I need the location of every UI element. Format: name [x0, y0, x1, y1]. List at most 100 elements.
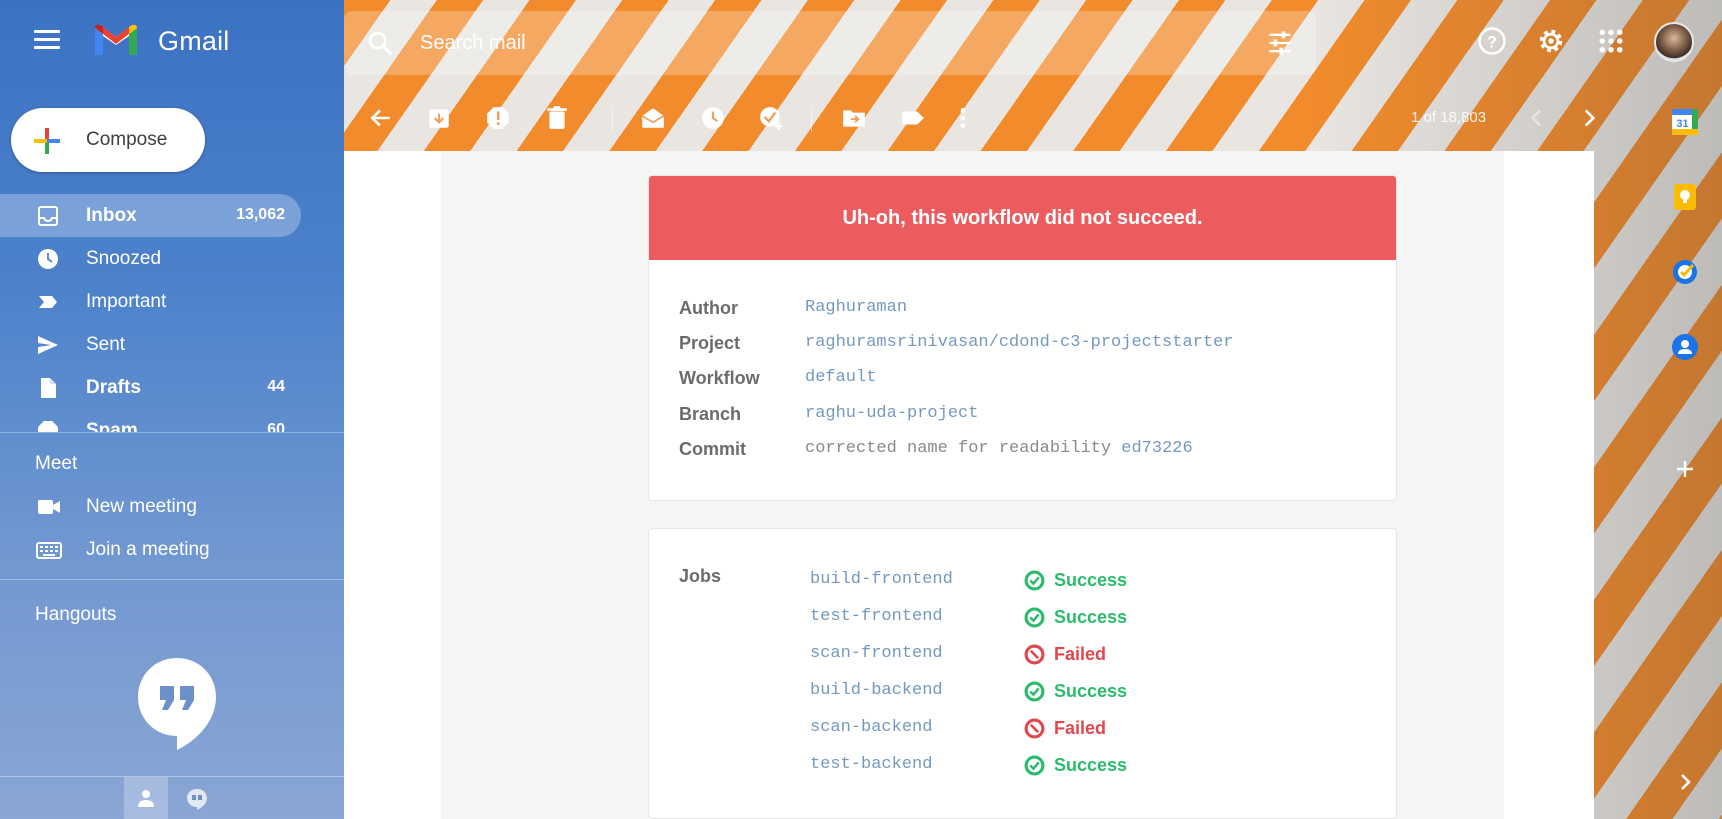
job-name[interactable]: build-backend	[810, 681, 943, 700]
keep-bulb-icon[interactable]	[1670, 182, 1700, 212]
person-icon	[138, 790, 154, 807]
join-meeting-label: Join a meeting	[86, 539, 210, 560]
sidebar-item-snoozed[interactable]: Snoozed	[0, 237, 301, 280]
email-pane: Uh-oh, this workflow did not succeed. Au…	[344, 151, 1594, 819]
more-options-icon[interactable]	[950, 105, 976, 131]
job-name[interactable]: scan-backend	[810, 718, 932, 737]
detail-label: Branch	[679, 404, 742, 424]
spam-icon	[38, 421, 58, 432]
back-arrow-icon[interactable]	[368, 105, 394, 131]
draft-file-icon	[41, 378, 56, 398]
label-tag-icon[interactable]	[900, 105, 926, 131]
sidebar-item-inbox[interactable]: Inbox 13,062	[0, 194, 301, 237]
report-spam-icon[interactable]	[485, 105, 511, 131]
email-body: Uh-oh, this workflow did not succeed. Au…	[441, 151, 1504, 819]
job-name[interactable]: build-frontend	[810, 570, 953, 589]
snooze-clock-icon[interactable]	[700, 105, 726, 131]
add-addon-plus-icon[interactable]	[1670, 454, 1700, 484]
delete-trash-icon[interactable]	[544, 105, 570, 131]
job-status-success: Success	[1024, 607, 1127, 628]
sidebar-item-important[interactable]: Important	[0, 280, 301, 323]
search-input[interactable]	[420, 25, 1180, 61]
gmail-logo-icon[interactable]	[92, 22, 140, 58]
settings-gear-icon[interactable]	[1536, 26, 1566, 56]
compose-plus-icon	[34, 128, 60, 154]
job-name[interactable]: test-backend	[810, 755, 932, 774]
detail-value-commit: corrected name for readability ed73226	[805, 439, 1193, 458]
job-name[interactable]: test-frontend	[810, 607, 943, 626]
jobs-label: Jobs	[679, 566, 722, 586]
job-status-failed: Failed	[1024, 644, 1106, 665]
chevron-right-icon[interactable]	[1576, 105, 1602, 131]
expand-panel-chevron-icon[interactable]	[1670, 767, 1700, 797]
detail-value-workflow[interactable]: default	[805, 368, 876, 387]
job-status-success: Success	[1024, 755, 1127, 776]
move-to-folder-icon[interactable]	[841, 105, 867, 131]
compose-button[interactable]: Compose	[11, 108, 205, 172]
success-status-icon	[1024, 681, 1045, 702]
join-meeting-item[interactable]: Join a meeting	[0, 530, 344, 570]
video-camera-icon	[38, 500, 60, 514]
sidebar-item-label: Important	[86, 291, 167, 312]
detail-value-author[interactable]: Raghuraman	[805, 298, 907, 317]
sidebar-item-drafts[interactable]: Drafts 44	[0, 366, 301, 409]
new-meeting-label: New meeting	[86, 496, 197, 517]
app-title: Gmail	[158, 26, 230, 56]
detail-label: Author	[679, 298, 738, 318]
hangouts-section-title: Hangouts	[35, 604, 117, 625]
inbox-icon	[38, 206, 58, 226]
sidebar-divider	[0, 579, 344, 580]
important-marker-icon	[39, 296, 57, 308]
job-status-failed: Failed	[1024, 718, 1106, 739]
search-icon[interactable]	[366, 29, 394, 57]
unread-count: 13,062	[236, 206, 285, 223]
account-avatar[interactable]	[1654, 22, 1694, 62]
pagination-count: 1 of 18,803	[1411, 109, 1487, 126]
help-icon[interactable]: ?	[1477, 26, 1507, 56]
draft-count: 44	[267, 378, 285, 395]
sidebar-item-label: Sent	[86, 334, 126, 355]
jobs-card: Jobs build-frontend Success test-fronten…	[648, 528, 1397, 819]
sidebar-divider	[0, 432, 344, 433]
sidebar-item-sent[interactable]: Sent	[0, 323, 301, 366]
sidebar-item-spam[interactable]: Spam 60	[0, 409, 301, 432]
svg-text:31: 31	[1676, 118, 1688, 130]
chevron-left-icon[interactable]	[1524, 105, 1550, 131]
detail-value-project[interactable]: raghuramsrinivasan/cdond-c3-projectstart…	[805, 333, 1233, 352]
archive-icon[interactable]	[426, 105, 452, 131]
commit-sha-link[interactable]: ed73226	[1121, 439, 1192, 458]
hangouts-tab-icon[interactable]	[186, 788, 208, 810]
failed-status-icon	[1024, 644, 1045, 665]
sidebar-item-label: Spam	[86, 420, 138, 432]
success-status-icon	[1024, 755, 1045, 776]
success-status-icon	[1024, 607, 1045, 628]
detail-label: Project	[679, 333, 741, 353]
contacts-tab[interactable]	[124, 777, 168, 819]
add-to-tasks-icon[interactable]	[758, 105, 784, 131]
search-bar[interactable]	[344, 11, 1316, 75]
compose-label: Compose	[86, 129, 168, 150]
search-options-icon[interactable]	[1266, 29, 1294, 57]
toolbar-separator	[811, 106, 812, 132]
svg-text:?: ?	[1487, 33, 1497, 51]
toolbar-separator	[612, 106, 613, 132]
sidebar-item-label: Snoozed	[86, 248, 162, 269]
side-panel: 31	[1648, 92, 1722, 819]
success-status-icon	[1024, 570, 1045, 591]
apps-grid-icon[interactable]	[1596, 26, 1626, 56]
main-menu-icon[interactable]	[34, 30, 60, 50]
detail-value-branch[interactable]: raghu-uda-project	[805, 404, 978, 423]
sidebar-bottom-bar	[0, 776, 344, 819]
job-status-success: Success	[1024, 681, 1127, 702]
meet-section-title: Meet	[35, 453, 78, 474]
mark-unread-icon[interactable]	[640, 105, 666, 131]
calendar-icon[interactable]: 31	[1670, 107, 1700, 137]
commit-message: corrected name for readability	[805, 439, 1112, 458]
new-meeting-item[interactable]: New meeting	[0, 487, 344, 527]
tasks-check-icon[interactable]	[1670, 257, 1700, 287]
detail-label: Commit	[679, 439, 746, 459]
job-name[interactable]: scan-frontend	[810, 644, 943, 663]
failed-status-icon	[1024, 718, 1045, 739]
contacts-person-icon[interactable]	[1670, 332, 1700, 362]
hangouts-quote-icon[interactable]	[136, 656, 218, 752]
